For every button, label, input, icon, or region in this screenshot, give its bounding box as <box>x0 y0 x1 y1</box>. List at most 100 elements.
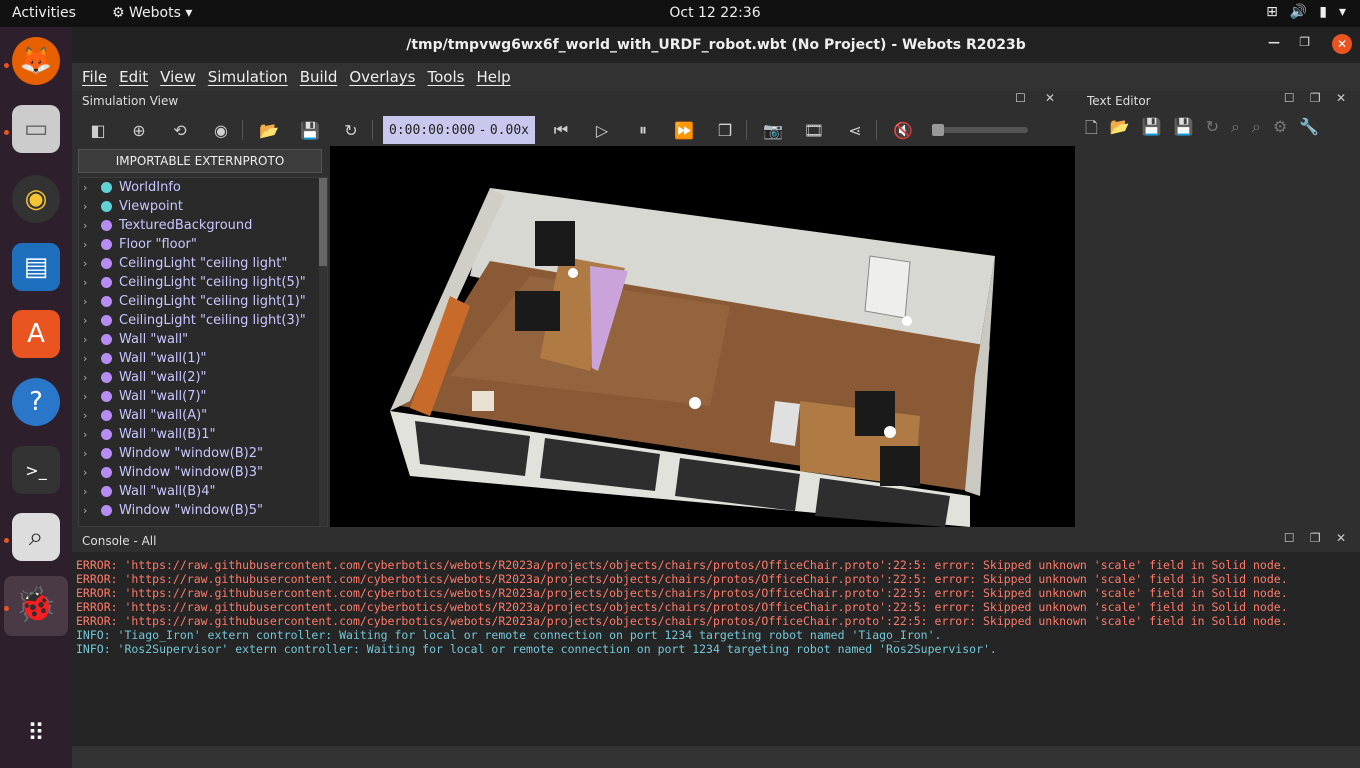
maximize-icon[interactable]: ❐ <box>1299 35 1310 49</box>
save-as-icon[interactable]: 💾 <box>1174 117 1194 144</box>
tree-item[interactable]: › CeilingLight "ceiling light(1)" <box>79 292 327 311</box>
tree-item[interactable]: › Viewpoint <box>79 197 327 216</box>
add-node-icon[interactable]: ⊕ <box>124 115 154 145</box>
tree-item[interactable]: › Wall "wall(7)" <box>79 387 327 406</box>
expand-arrow-icon[interactable]: › <box>83 390 97 403</box>
build-icon[interactable]: 🔧 <box>1299 117 1319 144</box>
expand-arrow-icon[interactable]: › <box>83 466 97 479</box>
tree-item[interactable]: › CeilingLight "ceiling light" <box>79 254 327 273</box>
files-icon[interactable]: ▭ <box>12 105 60 153</box>
terminal-icon[interactable]: >_ <box>12 446 60 494</box>
find-icon[interactable]: ⌕ <box>1231 117 1240 144</box>
maximize-icon[interactable]: ❐ <box>1310 91 1321 105</box>
record-movie-icon[interactable]: 🎞 <box>799 115 829 145</box>
tree-item[interactable]: › Window "window(B)5" <box>79 501 327 520</box>
menu-overlays[interactable]: Overlays <box>349 68 415 86</box>
expand-arrow-icon[interactable]: › <box>83 352 97 365</box>
tree-item[interactable]: › Window "window(B)3" <box>79 463 327 482</box>
volume-slider[interactable] <box>932 124 1028 136</box>
expand-arrow-icon[interactable]: › <box>83 238 97 251</box>
tree-item[interactable]: › Wall "wall(B)4" <box>79 482 327 501</box>
show-apps-icon[interactable]: ⠿ <box>12 709 60 757</box>
tree-item[interactable]: › Wall "wall(2)" <box>79 368 327 387</box>
close-icon[interactable]: ✕ <box>1045 91 1055 105</box>
menu-simulation[interactable]: Simulation <box>208 68 288 86</box>
menu-view[interactable]: View <box>160 68 196 86</box>
tree-item[interactable]: › Window "window(B)2" <box>79 444 327 463</box>
close-icon[interactable]: ✕ <box>1336 91 1346 105</box>
expand-arrow-icon[interactable]: › <box>83 219 97 232</box>
settings-icon[interactable]: ⚙ <box>1273 117 1287 144</box>
expand-arrow-icon[interactable]: › <box>83 371 97 384</box>
float-icon[interactable]: ☐ <box>1284 531 1295 545</box>
clock[interactable]: Oct 12 22:36 <box>0 5 1360 21</box>
firefox-icon[interactable]: 🦊 <box>12 37 60 85</box>
3d-viewport[interactable] <box>330 146 1075 527</box>
replace-icon[interactable]: ⌕ <box>1252 117 1261 144</box>
search-icon[interactable]: ⌕ <box>12 513 60 561</box>
expand-arrow-icon[interactable]: › <box>83 181 97 194</box>
maximize-icon[interactable]: ❐ <box>1310 531 1321 545</box>
expand-arrow-icon[interactable]: › <box>83 504 97 517</box>
expand-arrow-icon[interactable]: › <box>83 200 97 213</box>
open-world-icon[interactable]: 📂 <box>254 115 284 145</box>
follow-icon[interactable]: ⟲ <box>165 115 195 145</box>
share-icon[interactable]: ⋖ <box>840 115 870 145</box>
menu-build[interactable]: Build <box>300 68 338 86</box>
close-icon[interactable]: ✕ <box>1336 531 1346 545</box>
revert-icon[interactable]: ↻ <box>1206 117 1219 144</box>
webots-icon[interactable]: 🐞 <box>12 581 60 629</box>
float-icon[interactable]: ☐ <box>1284 91 1295 105</box>
software-icon[interactable]: A <box>12 310 60 358</box>
tree-item[interactable]: › WorldInfo <box>79 178 327 197</box>
menu-edit[interactable]: Edit <box>119 68 148 86</box>
tree-item[interactable]: › CeilingLight "ceiling light(5)" <box>79 273 327 292</box>
close-icon[interactable]: ✕ <box>1332 34 1352 54</box>
writer-icon[interactable]: ▤ <box>12 243 60 291</box>
fast-forward-icon[interactable]: ⏩ <box>669 115 699 145</box>
expand-arrow-icon[interactable]: › <box>83 314 97 327</box>
screenshot-icon[interactable]: 📷 <box>758 115 788 145</box>
slider-knob[interactable] <box>932 124 944 136</box>
expand-arrow-icon[interactable]: › <box>83 295 97 308</box>
system-tray[interactable]: ⊞ 🔊 ▮ ▾ <box>1266 4 1346 20</box>
float-icon[interactable]: ☐ <box>1015 91 1026 105</box>
pause-icon[interactable]: ⏸ <box>628 115 658 145</box>
tree-item[interactable]: › Wall "wall(B)1" <box>79 425 327 444</box>
tree-item[interactable]: › Floor "floor" <box>79 235 327 254</box>
view-eye-icon[interactable]: ◉ <box>206 115 236 145</box>
rhythmbox-icon[interactable]: ◉ <box>12 175 60 223</box>
expand-arrow-icon[interactable]: › <box>83 257 97 270</box>
reload-world-icon[interactable]: ↻ <box>336 115 366 145</box>
expand-arrow-icon[interactable]: › <box>83 485 97 498</box>
tree-item[interactable]: › Wall "wall" <box>79 330 327 349</box>
step-icon[interactable]: ▷ <box>587 115 617 145</box>
hide-scene-tree-icon[interactable]: ◧ <box>83 115 113 145</box>
text-editor-panel: Text Editor ☐ ❐ ✕ 🗋 📂 💾 💾 ↻ ⌕ ⌕ ⚙ 🔧 <box>1077 91 1360 527</box>
menu-file[interactable]: File <box>82 68 107 86</box>
tree-item[interactable]: › Wall "wall(1)" <box>79 349 327 368</box>
node-type-icon <box>101 391 112 402</box>
menu-help[interactable]: Help <box>476 68 510 86</box>
expand-arrow-icon[interactable]: › <box>83 409 97 422</box>
menu-tools[interactable]: Tools <box>427 68 464 86</box>
tree-item[interactable]: › CeilingLight "ceiling light(3)" <box>79 311 327 330</box>
save-icon[interactable]: 💾 <box>1142 117 1162 144</box>
new-file-icon[interactable]: 🗋 <box>1085 117 1098 144</box>
expand-arrow-icon[interactable]: › <box>83 447 97 460</box>
scrollbar-thumb[interactable] <box>319 178 327 266</box>
expand-arrow-icon[interactable]: › <box>83 333 97 346</box>
expand-arrow-icon[interactable]: › <box>83 276 97 289</box>
tree-item[interactable]: › Wall "wall(A)" <box>79 406 327 425</box>
reset-icon[interactable]: ⏮ <box>546 115 576 145</box>
rendering-icon[interactable]: ❒ <box>710 115 740 145</box>
save-world-icon[interactable]: 💾 <box>295 115 325 145</box>
open-file-icon[interactable]: 📂 <box>1110 117 1130 144</box>
tree-item[interactable]: › TexturedBackground <box>79 216 327 235</box>
minimize-icon[interactable]: — <box>1268 35 1280 49</box>
help-icon[interactable]: ? <box>12 378 60 426</box>
importable-externproto-button[interactable]: IMPORTABLE EXTERNPROTO <box>78 149 322 173</box>
expand-arrow-icon[interactable]: › <box>83 428 97 441</box>
scrollbar[interactable] <box>319 178 327 526</box>
mute-icon[interactable]: 🔇 <box>888 115 918 145</box>
